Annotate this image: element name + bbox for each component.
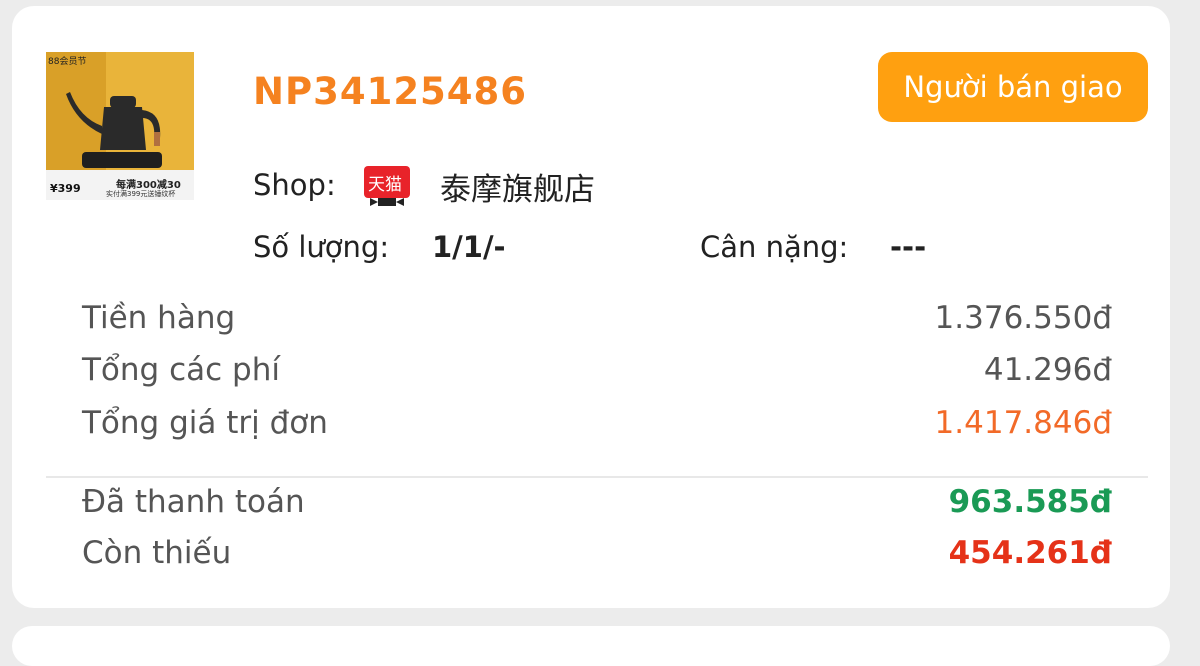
weight-value: --- (890, 230, 927, 264)
order-id[interactable]: NP34125486 (253, 70, 527, 113)
fees-total-value: 41.296đ (983, 352, 1112, 388)
tmall-logo-icon: 天猫 (364, 166, 410, 208)
promo-badge: 88会员节 (48, 57, 87, 67)
weight-label: Cân nặng: (700, 230, 849, 264)
tmall-logo-text: 天猫 (368, 175, 402, 195)
remaining-value: 454.261đ (948, 535, 1112, 571)
promo-line-2: 实付满399元送锤纹杯 (106, 190, 176, 198)
shop-label: Shop: (253, 168, 336, 202)
summary-divider (46, 476, 1148, 478)
quantity-label: Số lượng: (253, 230, 390, 264)
quantity-value: 1/1/- (432, 230, 506, 264)
paid-value: 963.585đ (948, 484, 1112, 520)
shop-name[interactable]: 泰摩旗舰店 (440, 164, 595, 209)
order-total-value: 1.417.846đ (934, 405, 1112, 441)
remaining-label: Còn thiếu (82, 535, 232, 571)
next-order-card[interactable] (12, 626, 1170, 666)
order-total-label: Tổng giá trị đơn (82, 405, 328, 441)
price-tag: ¥399 (50, 182, 81, 195)
goods-amount-label: Tiền hàng (82, 300, 236, 336)
paid-label: Đã thanh toán (82, 484, 305, 520)
status-button[interactable]: Người bán giao (878, 52, 1148, 122)
product-thumbnail[interactable]: 88会员节 ¥399 每满300减30 实付满399元送锤纹杯 (46, 52, 194, 200)
fees-total-label: Tổng các phí (82, 352, 280, 388)
goods-amount-value: 1.376.550đ (934, 300, 1112, 336)
